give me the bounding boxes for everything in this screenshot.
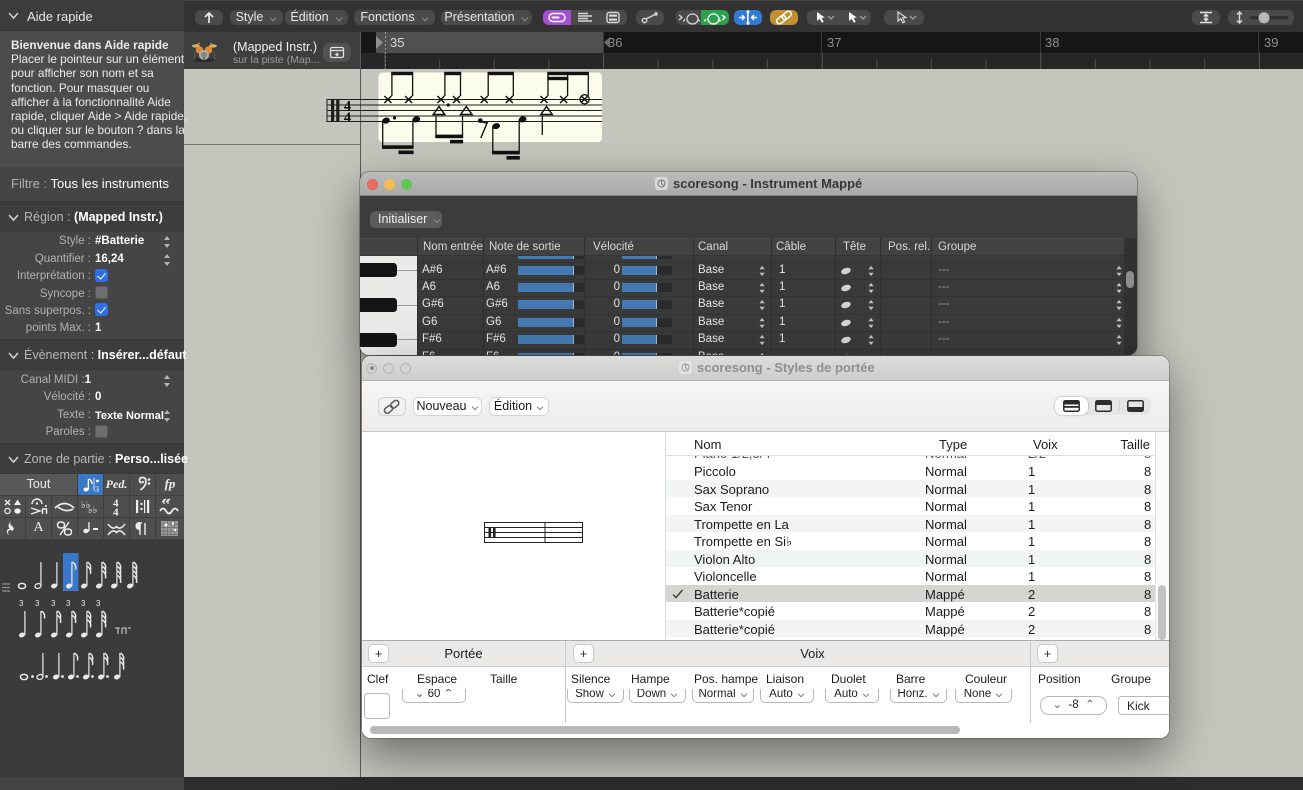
svg-text:3: 3 [66, 599, 71, 608]
svg-text:4: 4 [113, 507, 119, 518]
svg-text:3: 3 [19, 599, 24, 608]
svg-text:3: 3 [81, 599, 86, 608]
svg-text:3: 3 [51, 599, 56, 608]
svg-text:4: 4 [344, 110, 351, 126]
svg-text:3: 3 [95, 485, 99, 494]
svg-text:♭♭: ♭♭ [88, 505, 97, 516]
svg-text:3: 3 [96, 599, 101, 608]
svg-text:3: 3 [35, 599, 40, 608]
